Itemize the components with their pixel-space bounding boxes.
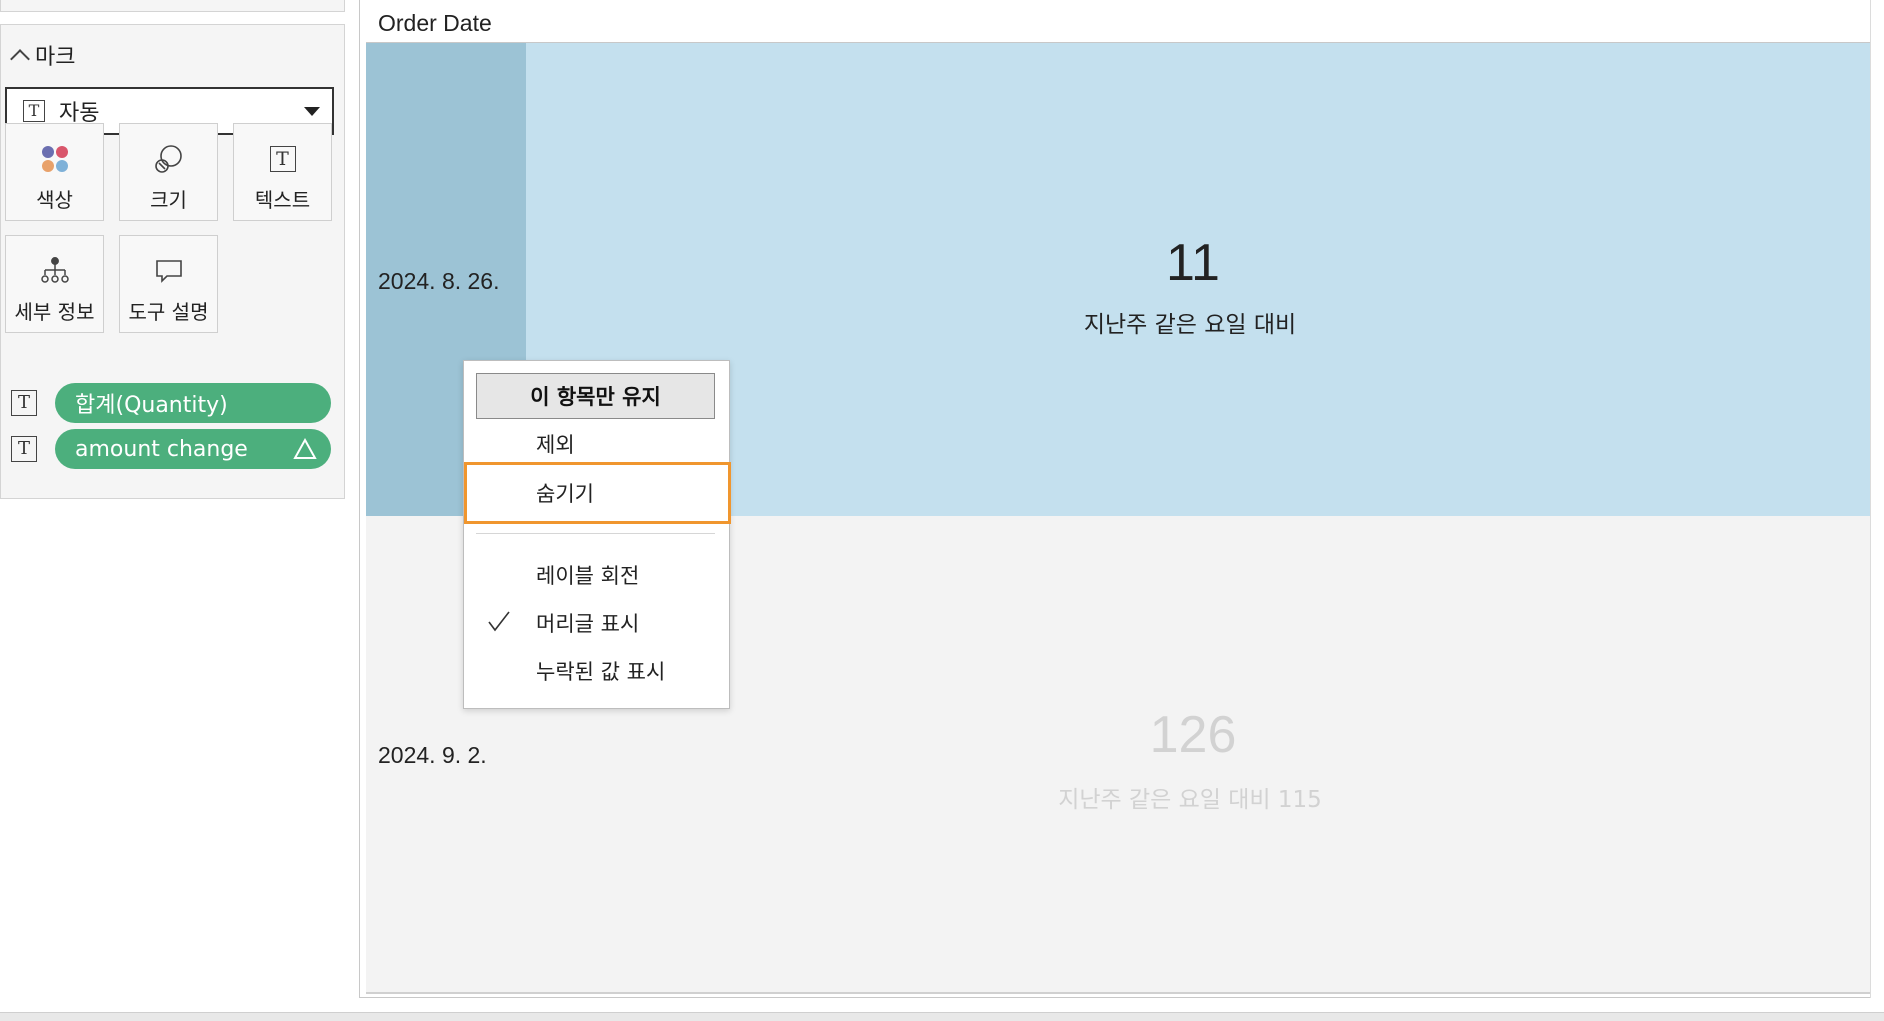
text-mark-icon: T — [23, 100, 45, 122]
detail-button-label: 세부 정보 — [14, 300, 95, 324]
speech-bubble-icon — [152, 254, 186, 288]
chevron-up-icon[interactable] — [10, 49, 30, 69]
menu-item-rotate-label[interactable]: 레이블 회전 — [464, 554, 729, 596]
marks-card-title: 마크 — [35, 45, 76, 70]
view-right-edge — [1870, 0, 1884, 998]
text-encoding-icon[interactable]: T — [11, 436, 37, 462]
menu-item-show-missing[interactable]: 누락된 값 표시 — [464, 650, 729, 692]
keep-only-button[interactable]: 이 항목만 유지 — [476, 373, 715, 419]
quantity-sum-pill[interactable]: 합계(Quantity) — [55, 383, 331, 423]
delta-icon — [293, 437, 317, 467]
detail-button[interactable]: 세부 정보 — [5, 235, 104, 333]
marks-card: 마크 T 자동 색상 크기 T 텍스트 세부 정보 도구 설명 T 합계(Qua… — [0, 24, 345, 499]
text-button-label: 텍스트 — [254, 188, 311, 212]
menu-item-show-header[interactable]: 머리글 표시 — [464, 602, 729, 644]
menu-item-label: 레이블 회전 — [536, 564, 640, 588]
row-header-date[interactable]: 2024. 8. 26. — [378, 268, 500, 295]
marks-field-row: T amount change — [11, 429, 331, 469]
menu-item-label: 머리글 표시 — [536, 612, 640, 636]
menu-item-exclude[interactable]: 제외 — [464, 423, 729, 465]
menu-item-hide[interactable]: 숨기기 — [464, 472, 729, 514]
menu-item-label: 제외 — [536, 433, 575, 457]
column-header-order-date[interactable]: Order Date — [378, 10, 492, 37]
cell-value: 126 — [1149, 706, 1237, 764]
left-panel-empty — [0, 499, 345, 1014]
row-header-date[interactable]: 2024. 9. 2. — [378, 742, 487, 769]
cell-value: 11 — [1166, 234, 1220, 292]
size-button[interactable]: 크기 — [119, 123, 218, 221]
context-menu: 이 항목만 유지 제외 숨기기 레이블 회전 머리글 표시 누락된 값 표시 — [463, 360, 731, 709]
color-button-label: 색상 — [36, 188, 73, 212]
amount-change-pill[interactable]: amount change — [55, 429, 331, 469]
pill-label: amount change — [75, 436, 248, 462]
color-button[interactable]: 색상 — [5, 123, 104, 221]
hierarchy-icon — [38, 254, 72, 288]
marks-field-row: T 합계(Quantity) — [11, 383, 331, 423]
menu-item-label: 누락된 값 표시 — [536, 660, 666, 684]
checkmark-icon — [486, 608, 512, 639]
caret-down-icon[interactable] — [304, 107, 320, 116]
tooltip-button-label: 도구 설명 — [128, 300, 209, 324]
size-icon — [152, 142, 186, 176]
left-panel-top-card — [0, 0, 345, 12]
text-encoding-icon[interactable]: T — [11, 390, 37, 416]
text-button[interactable]: T 텍스트 — [233, 123, 332, 221]
menu-separator — [476, 533, 715, 534]
pill-label: 합계(Quantity) — [75, 393, 228, 418]
menu-item-label: 숨기기 — [536, 482, 594, 506]
text-icon: T — [266, 142, 300, 176]
divider — [366, 992, 1870, 994]
marks-card-header[interactable]: 마크 — [10, 39, 76, 71]
color-palette-icon — [38, 142, 72, 176]
cell-subtitle: 지난주 같은 요일 대비 115 — [1058, 787, 1322, 813]
tooltip-button[interactable]: 도구 설명 — [119, 235, 218, 333]
size-button-label: 크기 — [150, 188, 187, 212]
cell-subtitle: 지난주 같은 요일 대비 — [1083, 312, 1297, 338]
